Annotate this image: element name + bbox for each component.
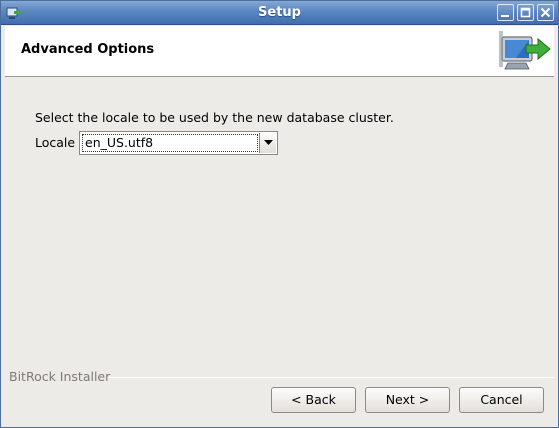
close-icon (540, 7, 551, 18)
back-button[interactable]: < Back (271, 387, 356, 413)
minimize-icon (501, 15, 509, 17)
installer-brand: BitRock Installer (9, 369, 111, 384)
setup-window: Setup Advanced Options Select the locale… (0, 0, 559, 428)
next-button[interactable]: Next > (365, 387, 450, 413)
locale-selected-value[interactable]: en_US.utf8 (82, 134, 258, 152)
locale-label: Locale (35, 135, 76, 150)
minimize-button[interactable] (497, 4, 514, 21)
page-header: Advanced Options (5, 26, 554, 77)
maximize-icon (520, 7, 531, 18)
close-button[interactable] (537, 4, 554, 21)
page-title: Advanced Options (21, 42, 155, 57)
locale-select[interactable]: en_US.utf8 (79, 131, 278, 155)
cancel-button[interactable]: Cancel (459, 387, 544, 413)
computer-arrow-icon (496, 29, 552, 75)
chevron-down-icon (264, 140, 273, 145)
footer-divider (108, 377, 554, 378)
window-title: Setup (258, 5, 301, 20)
locale-dropdown-button[interactable] (259, 133, 276, 153)
maximize-button[interactable] (517, 4, 534, 21)
title-bar[interactable]: Setup (1, 1, 558, 25)
locale-prompt: Select the locale to be used by the new … (35, 110, 394, 125)
